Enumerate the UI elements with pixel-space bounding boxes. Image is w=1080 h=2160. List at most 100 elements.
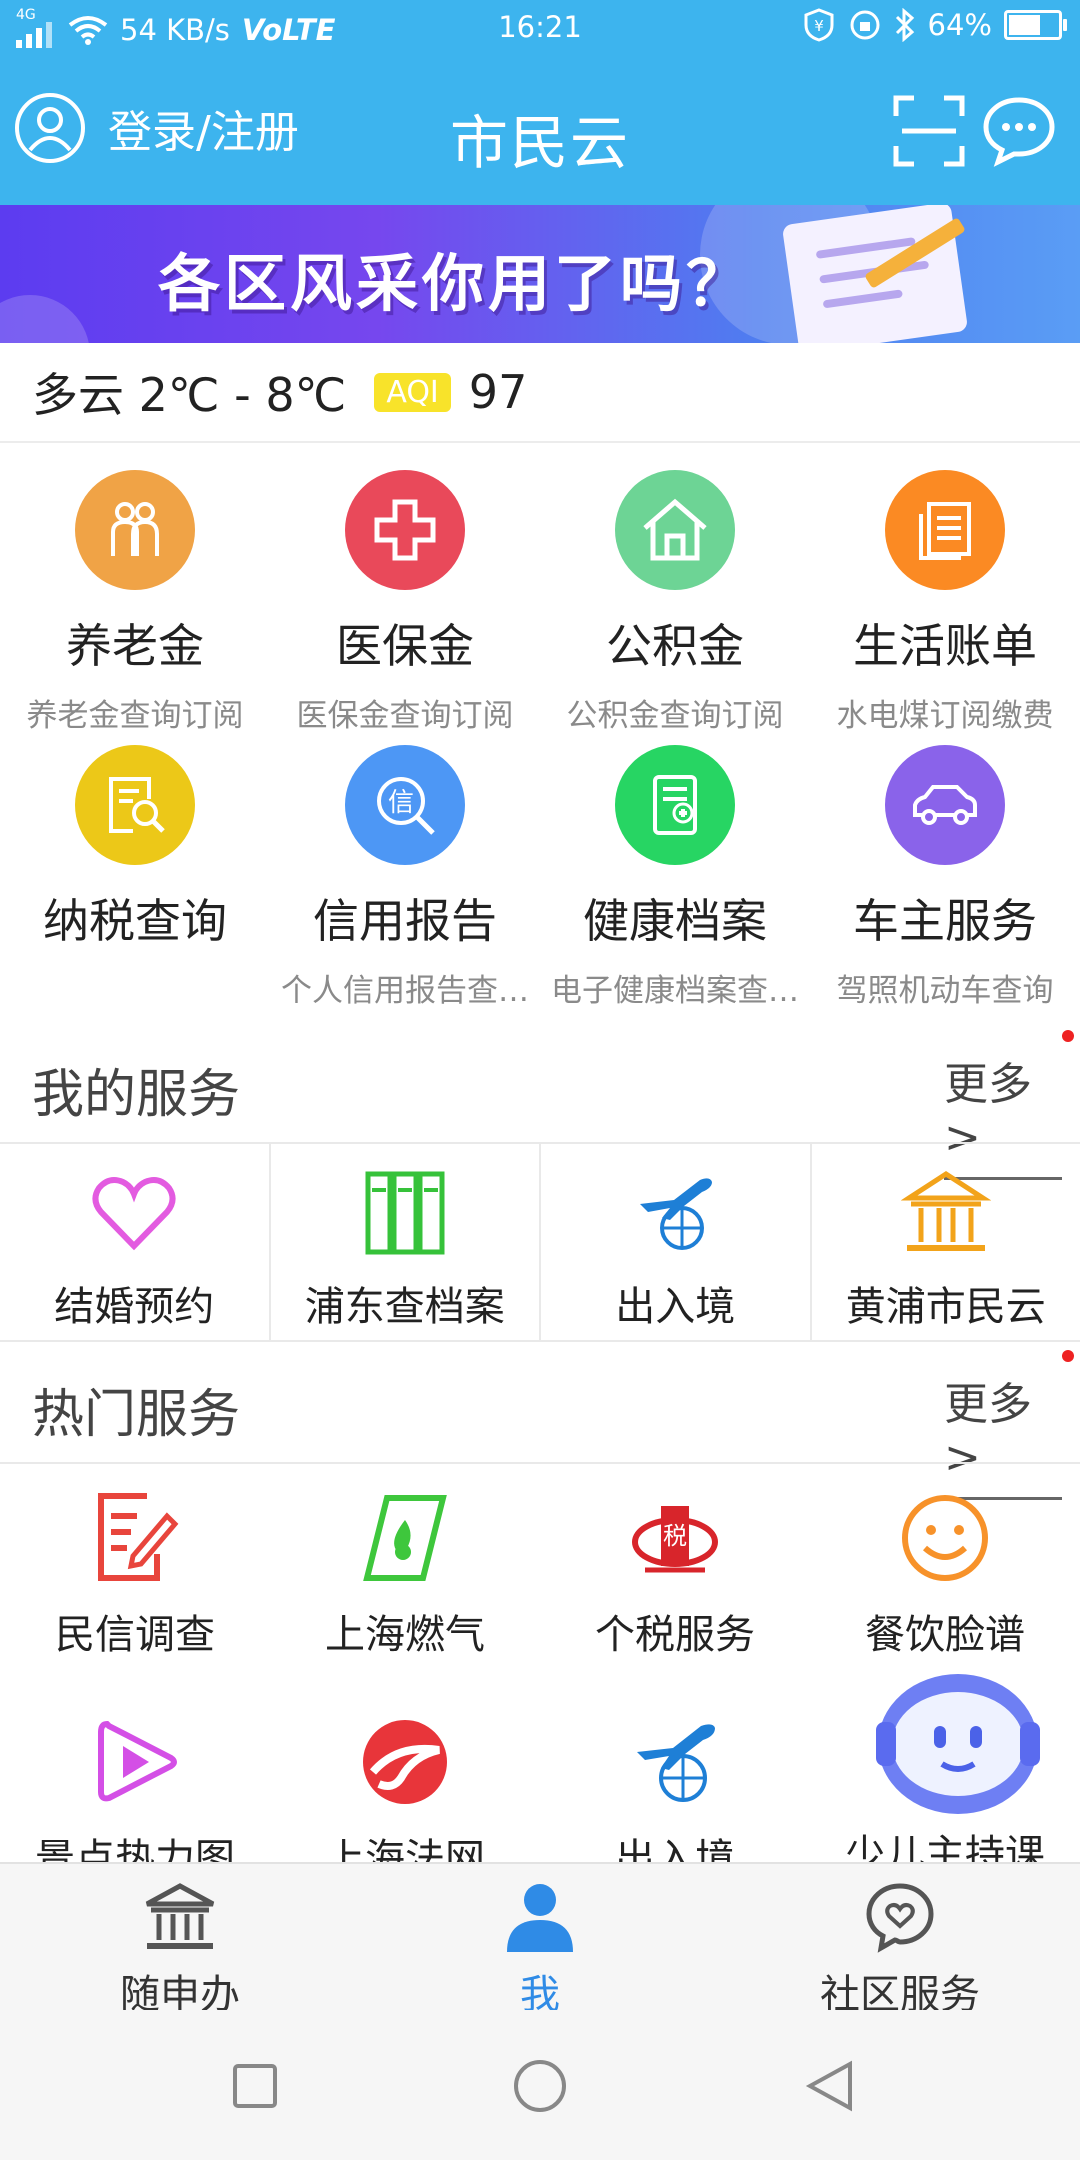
person-icon bbox=[507, 1884, 573, 1952]
section-title: 我的服务 bbox=[32, 1065, 241, 1125]
back-button[interactable] bbox=[802, 2058, 858, 2114]
medical-cross-icon bbox=[345, 470, 465, 590]
svg-text:¥: ¥ bbox=[814, 17, 824, 35]
battery-icon bbox=[1004, 10, 1067, 40]
message-icon[interactable] bbox=[982, 94, 1056, 168]
service-car-owner[interactable]: 车主服务 驾照机动车查询 bbox=[810, 745, 1080, 1010]
community-heart-icon bbox=[866, 1883, 934, 1953]
hot-service-label: 景点热力图 bbox=[35, 1836, 235, 1864]
service-subtitle: 水电煤订阅缴费 bbox=[836, 698, 1054, 734]
hot-service-label: 民信调查 bbox=[55, 1612, 215, 1658]
hot-service-label: 上海法网 bbox=[325, 1836, 485, 1864]
service-title: 公积金 bbox=[606, 619, 744, 673]
service-subtitle: 个人信用报告查… bbox=[281, 973, 529, 1009]
service-medical-insurance[interactable]: 医保金 医保金查询订阅 bbox=[270, 470, 540, 735]
bill-icon bbox=[885, 470, 1005, 590]
nav-tab-community[interactable]: 社区服务 bbox=[780, 1880, 1020, 2020]
service-pension[interactable]: 养老金 养老金查询订阅 bbox=[0, 470, 270, 735]
health-record-icon bbox=[615, 745, 735, 865]
bottom-navigation: 随申办 我 社区服务 bbox=[0, 1862, 1080, 2018]
archive-icon bbox=[365, 1171, 445, 1255]
nav-tab-me[interactable]: 我 bbox=[420, 1880, 660, 2020]
my-service-archive[interactable]: 浦东查档案 bbox=[271, 1144, 541, 1340]
aqi-value: 97 bbox=[468, 365, 528, 419]
service-health-record[interactable]: 健康档案 电子健康档案查… bbox=[540, 745, 810, 1010]
weather-bar[interactable]: 多云 2℃ - 8℃ AQI 97 bbox=[0, 343, 1080, 443]
service-housing-fund[interactable]: 公积金 公积金查询订阅 bbox=[540, 470, 810, 735]
nav-tab-suishenban[interactable]: 随申办 bbox=[60, 1880, 300, 2020]
service-tax-query[interactable]: 纳税查询 bbox=[0, 745, 270, 965]
survey-icon bbox=[98, 1493, 179, 1581]
service-subtitle: 医保金查询订阅 bbox=[296, 698, 514, 734]
promo-banner[interactable]: 各区风采你用了吗？ bbox=[0, 205, 1080, 343]
plane-globe-icon bbox=[640, 1178, 713, 1250]
government-icon bbox=[145, 1883, 215, 1949]
my-service-huangpu[interactable]: 黄浦市民云 bbox=[812, 1144, 1080, 1340]
banner-headline: 各区风采你用了吗？ bbox=[158, 247, 753, 320]
my-service-marriage[interactable]: 结婚预约 bbox=[0, 1144, 271, 1340]
my-service-label: 黄浦市民云 bbox=[845, 1284, 1046, 1330]
tax-search-icon bbox=[75, 745, 195, 865]
hot-service-label: 上海燃气 bbox=[325, 1612, 485, 1658]
hot-service-individual-tax[interactable]: 税 个税服务 bbox=[540, 1490, 810, 1660]
elderly-icon bbox=[75, 470, 195, 590]
service-life-bills[interactable]: 生活账单 水电煤订阅缴费 bbox=[810, 470, 1080, 735]
smile-icon bbox=[902, 1495, 988, 1581]
hot-service-gas[interactable]: 上海燃气 bbox=[270, 1490, 540, 1660]
my-services-row: 结婚预约 浦东查档案 出入境 黄浦市民云 bbox=[0, 1142, 1080, 1342]
hot-service-label: 少儿主持课 bbox=[845, 1832, 1045, 1864]
system-navigation-bar bbox=[0, 2010, 1080, 2160]
gas-icon bbox=[363, 1495, 447, 1581]
weather-condition: 多云 2℃ - 8℃ bbox=[32, 368, 347, 422]
car-icon bbox=[885, 745, 1005, 865]
bluetooth-icon bbox=[895, 8, 914, 42]
hot-service-catering[interactable]: 餐饮脸谱 bbox=[810, 1490, 1080, 1660]
my-services-header: 我的服务 更多> bbox=[0, 1030, 1080, 1180]
plane-globe-icon bbox=[637, 1724, 715, 1802]
hot-service-exit-entry[interactable]: 出入境 bbox=[540, 1714, 810, 1864]
tax-emblem-icon: 税 bbox=[632, 1506, 718, 1573]
service-title: 生活账单 bbox=[853, 619, 1037, 673]
title-bar: 登录/注册 市民云 bbox=[0, 70, 1080, 190]
home-button[interactable] bbox=[512, 2058, 568, 2114]
service-title: 健康档案 bbox=[583, 894, 767, 948]
law-icon bbox=[363, 1720, 447, 1804]
hot-service-label: 个税服务 bbox=[595, 1612, 755, 1658]
service-title: 车主服务 bbox=[853, 894, 1037, 948]
hot-service-heatmap[interactable]: 景点热力图 bbox=[0, 1714, 270, 1864]
title-actions bbox=[892, 94, 1056, 168]
service-title: 医保金 bbox=[336, 619, 474, 673]
section-title: 热门服务 bbox=[32, 1385, 241, 1445]
service-title: 养老金 bbox=[66, 619, 204, 673]
hot-services-header: 热门服务 更多> bbox=[0, 1350, 1080, 1500]
hot-service-label: 餐饮脸谱 bbox=[865, 1612, 1025, 1658]
building-icon bbox=[900, 1171, 992, 1251]
notification-dot bbox=[1062, 1350, 1074, 1362]
my-service-exit-entry[interactable]: 出入境 bbox=[541, 1144, 812, 1340]
app-header: 4G 54 KB/s VoLTE 16:21 ¥ 64% 登录/注册 市民云 bbox=[0, 0, 1080, 205]
my-service-label: 浦东查档案 bbox=[304, 1284, 505, 1330]
recent-apps-button[interactable] bbox=[227, 2058, 283, 2114]
wallet-shield-icon: ¥ bbox=[804, 8, 834, 42]
notification-dot bbox=[1062, 1030, 1074, 1042]
house-icon bbox=[615, 470, 735, 590]
svg-text:税: 税 bbox=[663, 1522, 687, 1550]
robot-assistant-icon[interactable] bbox=[868, 1668, 1048, 1818]
scan-icon[interactable] bbox=[892, 94, 966, 168]
my-service-label: 出入境 bbox=[615, 1284, 736, 1330]
svg-text:信: 信 bbox=[388, 788, 414, 818]
service-title: 纳税查询 bbox=[43, 894, 227, 948]
service-subtitle: 驾照机动车查询 bbox=[836, 973, 1054, 1009]
aqi-badge: AQI bbox=[374, 372, 451, 412]
service-credit-report[interactable]: 信 信用报告 个人信用报告查… bbox=[270, 745, 540, 1010]
heart-icon bbox=[92, 1177, 176, 1251]
hot-service-law[interactable]: 上海法网 bbox=[270, 1714, 540, 1864]
my-service-label: 结婚预约 bbox=[54, 1284, 215, 1330]
play-icon bbox=[98, 1720, 177, 1802]
status-bar: 4G 54 KB/s VoLTE 16:21 ¥ 64% bbox=[0, 0, 1080, 56]
battery-percent: 64% bbox=[927, 8, 992, 42]
hot-service-label: 出入境 bbox=[615, 1836, 735, 1864]
status-right: ¥ 64% bbox=[802, 8, 1067, 42]
service-title: 信用报告 bbox=[313, 894, 497, 948]
hot-service-survey[interactable]: 民信调查 bbox=[0, 1490, 270, 1660]
